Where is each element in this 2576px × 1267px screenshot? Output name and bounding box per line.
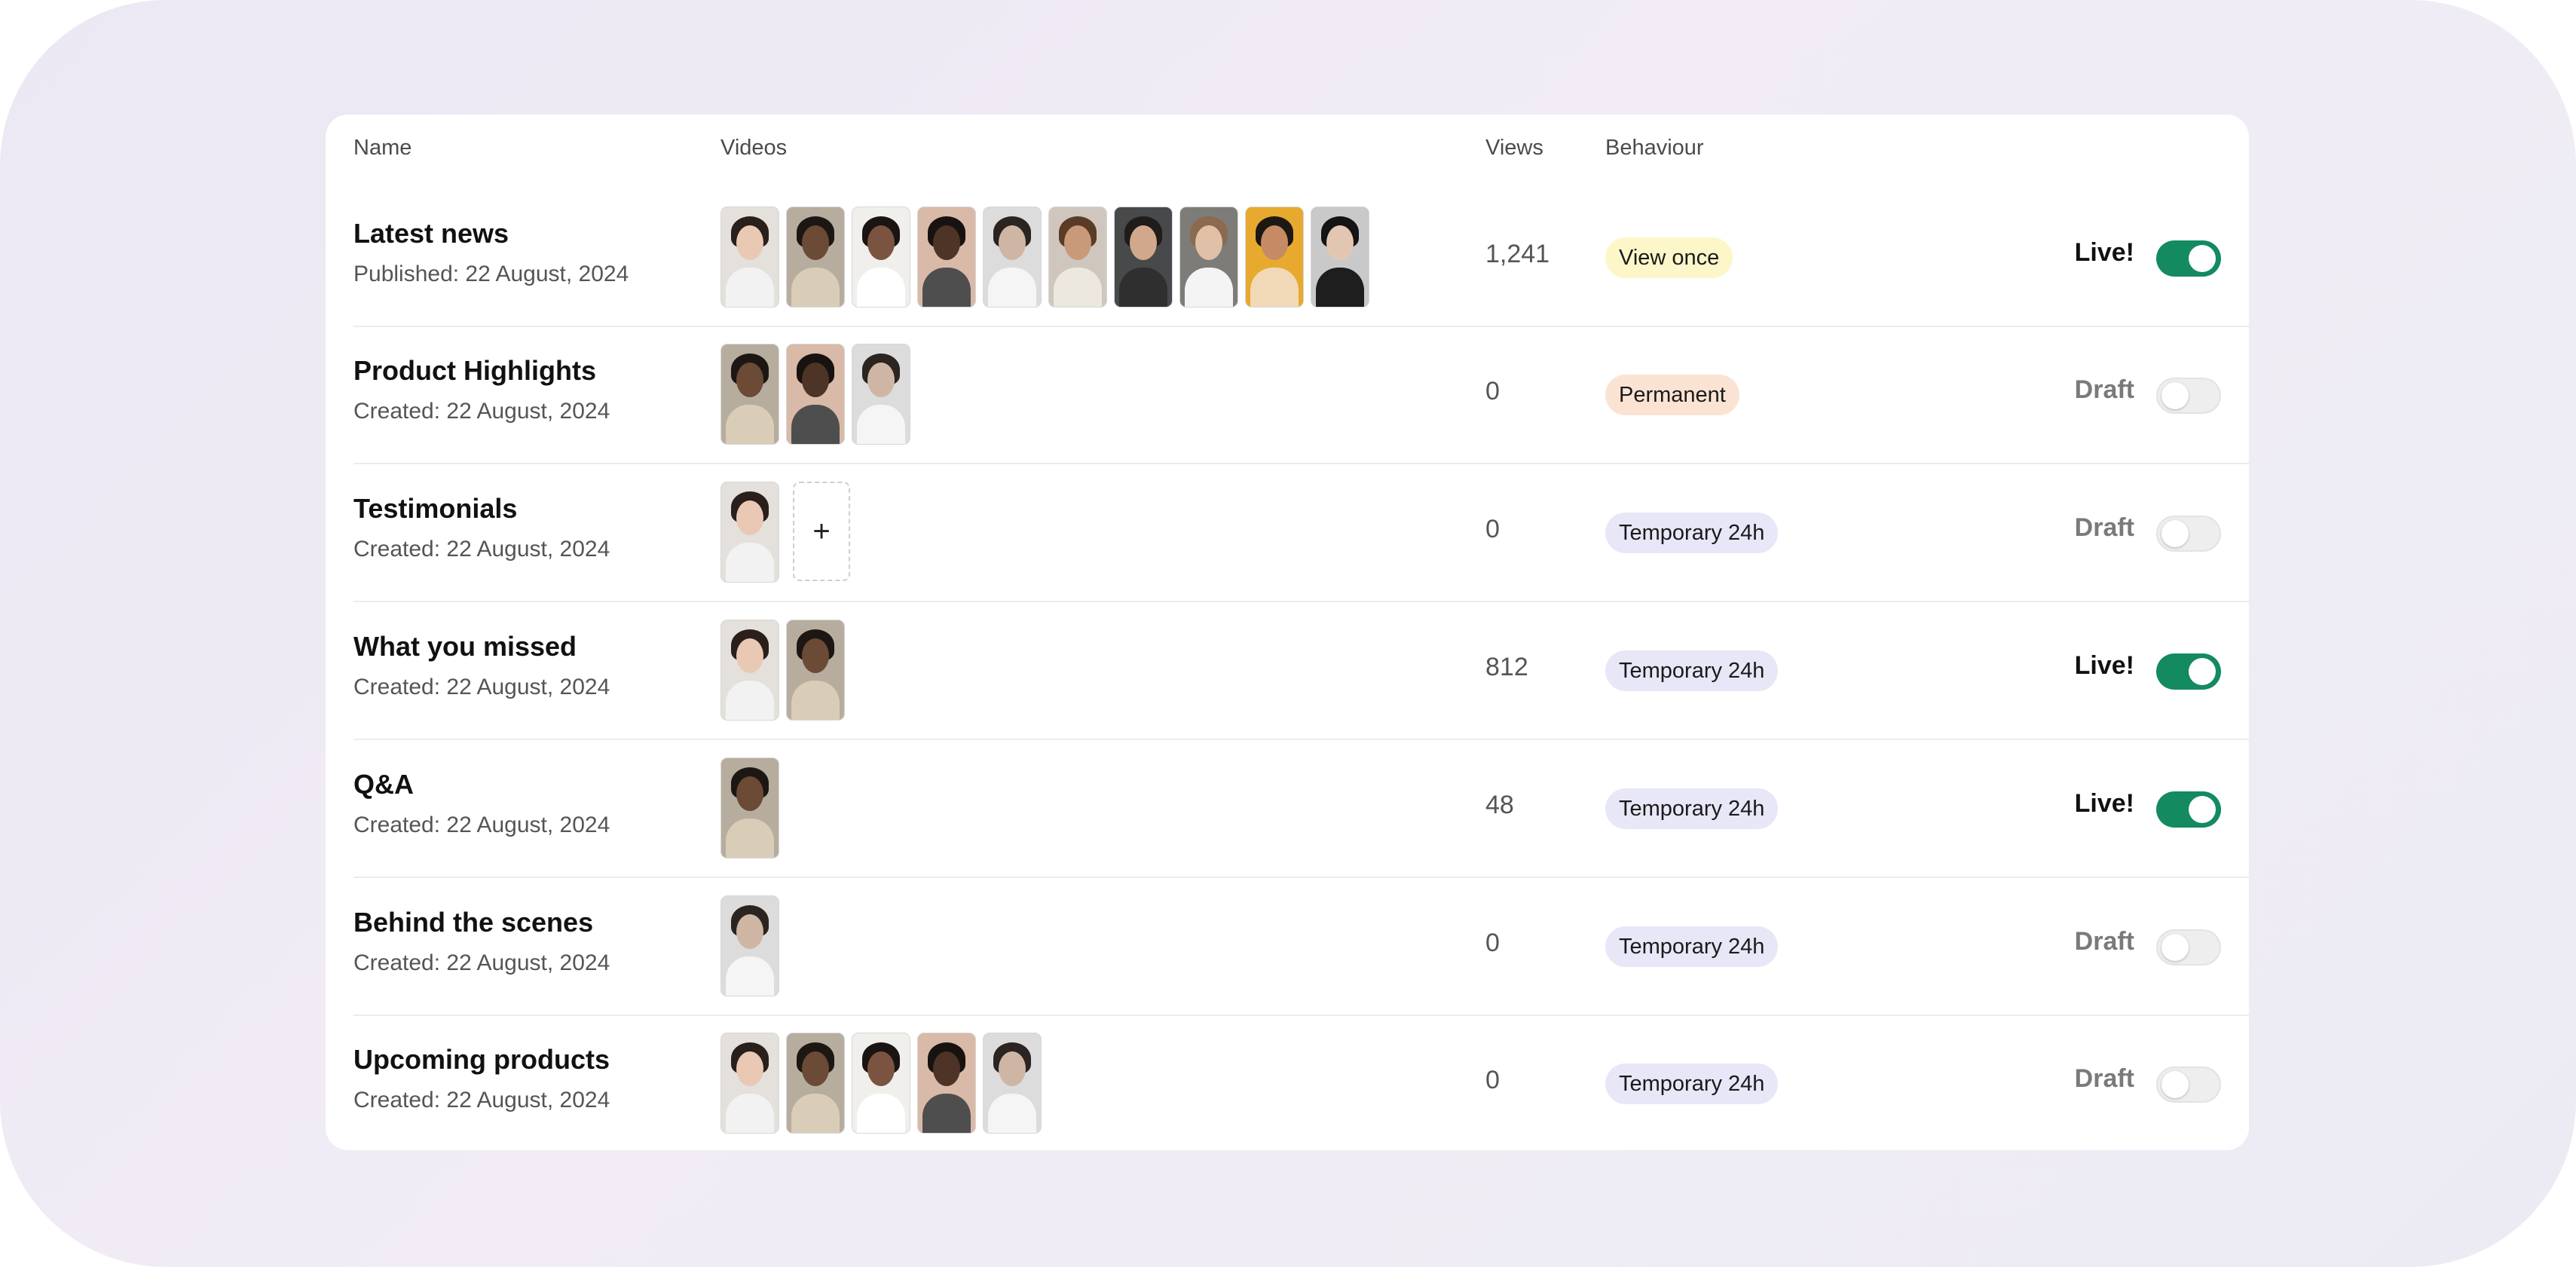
- video-thumbnail[interactable]: [1245, 207, 1304, 308]
- status-label: Live!: [2074, 238, 2134, 267]
- video-thumbnails: [720, 1033, 1042, 1134]
- live-toggle[interactable]: [2156, 653, 2221, 690]
- row-date: Created: 22 August, 2024: [353, 537, 610, 562]
- video-thumbnails: [720, 757, 779, 858]
- video-thumbnail[interactable]: [983, 1033, 1042, 1134]
- column-header-videos[interactable]: Videos: [720, 136, 787, 161]
- table-header: Name Videos Views Behaviour: [326, 115, 2249, 190]
- behaviour-badge: Temporary 24h: [1605, 513, 1779, 553]
- live-toggle[interactable]: [2156, 378, 2221, 414]
- behaviour-badge: Temporary 24h: [1605, 650, 1779, 691]
- behaviour-badge: Temporary 24h: [1605, 926, 1779, 967]
- row-title[interactable]: Testimonials: [353, 493, 517, 525]
- video-thumbnail[interactable]: [786, 207, 845, 308]
- table-row[interactable]: Q&A Created: 22 August, 2024 48 Temporar…: [326, 741, 2249, 878]
- video-thumbnail[interactable]: [720, 344, 779, 445]
- views-count: 1,241: [1485, 240, 1550, 268]
- row-date: Created: 22 August, 2024: [353, 1088, 610, 1112]
- video-thumbnail[interactable]: [1114, 207, 1173, 308]
- app-background: Name Videos Views Behaviour Latest news …: [0, 0, 2576, 1267]
- toggle-knob: [2189, 796, 2216, 823]
- video-thumbnail[interactable]: [786, 1033, 845, 1134]
- row-title[interactable]: Behind the scenes: [353, 907, 593, 938]
- video-thumbnail[interactable]: [917, 1033, 976, 1134]
- row-title[interactable]: What you missed: [353, 631, 577, 663]
- toggle-knob: [2189, 245, 2216, 272]
- behaviour-badge: View once: [1605, 237, 1733, 278]
- toggle-knob: [2161, 382, 2189, 409]
- views-count: 0: [1485, 515, 1500, 543]
- video-thumbnails: [720, 344, 910, 445]
- status-label: Draft: [2074, 1064, 2134, 1093]
- row-title[interactable]: Latest news: [353, 218, 509, 249]
- video-thumbnail[interactable]: [1179, 207, 1238, 308]
- video-thumbnail[interactable]: [786, 620, 845, 721]
- video-thumbnails: [720, 620, 845, 721]
- row-date: Published: 22 August, 2024: [353, 262, 629, 286]
- live-toggle[interactable]: [2156, 516, 2221, 552]
- video-thumbnail[interactable]: [852, 344, 910, 445]
- video-thumbnail[interactable]: [720, 1033, 779, 1134]
- views-count: 0: [1485, 377, 1500, 406]
- table-row[interactable]: What you missed Created: 22 August, 2024…: [326, 603, 2249, 740]
- column-header-views[interactable]: Views: [1485, 136, 1543, 161]
- status-label: Live!: [2074, 789, 2134, 818]
- status-label: Live!: [2074, 651, 2134, 680]
- video-thumbnails: [720, 207, 1369, 308]
- video-thumbnails: +: [720, 482, 850, 583]
- videos-table-card: Name Videos Views Behaviour Latest news …: [326, 115, 2249, 1150]
- video-thumbnail[interactable]: [786, 344, 845, 445]
- row-date: Created: 22 August, 2024: [353, 675, 610, 699]
- table-row[interactable]: Latest news Published: 22 August, 2024 1…: [326, 190, 2249, 327]
- video-thumbnail[interactable]: [720, 895, 779, 996]
- video-thumbnails: [720, 895, 779, 996]
- views-count: 812: [1485, 653, 1528, 681]
- video-thumbnail[interactable]: [1311, 207, 1369, 308]
- video-thumbnail[interactable]: [917, 207, 976, 308]
- row-title[interactable]: Upcoming products: [353, 1044, 610, 1076]
- toggle-knob: [2161, 1071, 2189, 1098]
- column-header-behaviour[interactable]: Behaviour: [1605, 136, 1704, 161]
- video-thumbnail[interactable]: [1048, 207, 1107, 308]
- row-date: Created: 22 August, 2024: [353, 813, 610, 837]
- views-count: 0: [1485, 1066, 1500, 1094]
- row-divider: [353, 463, 2249, 464]
- column-header-name[interactable]: Name: [353, 136, 411, 161]
- status-label: Draft: [2074, 513, 2134, 542]
- views-count: 0: [1485, 929, 1500, 957]
- live-toggle[interactable]: [2156, 791, 2221, 828]
- row-date: Created: 22 August, 2024: [353, 399, 610, 424]
- behaviour-badge: Temporary 24h: [1605, 788, 1779, 829]
- views-count: 48: [1485, 791, 1514, 819]
- table-row[interactable]: Upcoming products Created: 22 August, 20…: [326, 1016, 2249, 1150]
- row-divider: [353, 739, 2249, 740]
- row-date: Created: 22 August, 2024: [353, 950, 610, 975]
- row-divider: [353, 601, 2249, 602]
- status-label: Draft: [2074, 927, 2134, 956]
- video-thumbnail[interactable]: [983, 207, 1042, 308]
- video-thumbnail[interactable]: [720, 482, 779, 583]
- toggle-knob: [2189, 658, 2216, 685]
- video-thumbnail[interactable]: [720, 207, 779, 308]
- toggle-knob: [2161, 520, 2189, 547]
- live-toggle[interactable]: [2156, 929, 2221, 966]
- behaviour-badge: Permanent: [1605, 375, 1739, 415]
- row-divider: [353, 877, 2249, 878]
- live-toggle[interactable]: [2156, 1067, 2221, 1103]
- video-thumbnail[interactable]: [852, 207, 910, 308]
- status-label: Draft: [2074, 375, 2134, 404]
- live-toggle[interactable]: [2156, 240, 2221, 277]
- table-row[interactable]: Product Highlights Created: 22 August, 2…: [326, 327, 2249, 464]
- row-title[interactable]: Q&A: [353, 769, 414, 800]
- video-thumbnail[interactable]: [720, 757, 779, 858]
- video-thumbnail[interactable]: [720, 620, 779, 721]
- add-video-button[interactable]: +: [793, 482, 850, 581]
- table-row[interactable]: Behind the scenes Created: 22 August, 20…: [326, 879, 2249, 1016]
- table-row[interactable]: Testimonials Created: 22 August, 2024 + …: [326, 465, 2249, 602]
- toggle-knob: [2161, 934, 2189, 961]
- video-thumbnail[interactable]: [852, 1033, 910, 1134]
- behaviour-badge: Temporary 24h: [1605, 1063, 1779, 1104]
- row-title[interactable]: Product Highlights: [353, 355, 596, 387]
